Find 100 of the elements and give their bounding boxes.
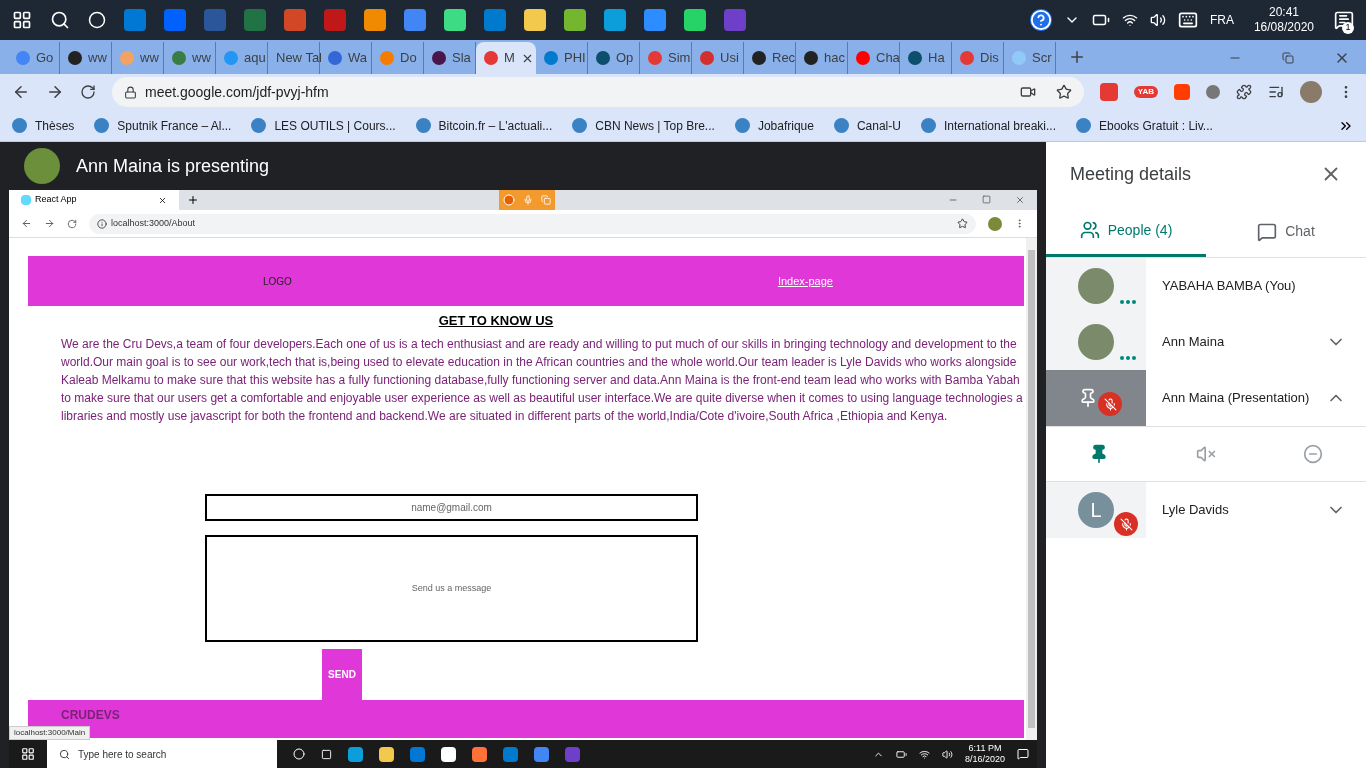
- bookmark[interactable]: Sputnik France – Al...: [94, 116, 232, 135]
- search-icon: [59, 748, 70, 760]
- remove-icon[interactable]: [1302, 444, 1323, 464]
- bookmark-star-icon[interactable]: [957, 218, 968, 229]
- favicon: [16, 51, 30, 65]
- close-icon[interactable]: [1015, 195, 1025, 205]
- favicon: [172, 51, 186, 65]
- bookmark[interactable]: Jobafrique: [734, 116, 814, 135]
- help-icon[interactable]: [1029, 9, 1052, 31]
- clock[interactable]: 20:41 16/08/2020: [1245, 5, 1322, 35]
- favicon: [21, 195, 31, 205]
- wifi-icon[interactable]: [918, 748, 930, 760]
- tab-title: React App: [35, 193, 77, 207]
- favicon: [960, 51, 974, 65]
- bookmark[interactable]: Ebooks Gratuit : Liv...: [1076, 116, 1213, 135]
- volume-icon[interactable]: [1149, 12, 1166, 28]
- reload-icon[interactable]: [80, 84, 96, 100]
- participant-row[interactable]: YABAHA BAMBA (You): [1046, 258, 1366, 314]
- bookmark[interactable]: CBN News | Top Bre...: [572, 116, 715, 135]
- search-placeholder: Type here to search: [78, 747, 167, 762]
- nav-link[interactable]: Index-page: [777, 272, 833, 290]
- back-icon[interactable]: [21, 218, 32, 229]
- favicon: [856, 51, 870, 65]
- app-icon[interactable]: [379, 746, 394, 762]
- favicon: [648, 51, 662, 65]
- favicon: [908, 51, 922, 65]
- taskbar-clock[interactable]: 6:11 PM 8/16/2020: [964, 743, 1005, 765]
- wifi-icon[interactable]: [1121, 12, 1138, 28]
- profile-avatar[interactable]: [988, 216, 1002, 231]
- avatar-placeholder: [1078, 268, 1114, 304]
- people-icon: [1079, 220, 1100, 240]
- extension-icon[interactable]: [1099, 83, 1118, 101]
- favicon: [224, 51, 238, 65]
- circle-icon[interactable]: [293, 748, 305, 760]
- camera-icon[interactable]: [1019, 84, 1036, 100]
- mute-icon[interactable]: [1196, 444, 1216, 464]
- avatar-placeholder: [24, 148, 60, 184]
- lock-icon[interactable]: [124, 85, 137, 99]
- info-icon[interactable]: [97, 218, 107, 229]
- notification-count: 1: [1342, 22, 1354, 34]
- participant-name: YABAHA BAMBA (You): [1162, 277, 1296, 296]
- browser-tab[interactable]: React App: [9, 190, 179, 210]
- url-text: localhost:3000/About: [111, 216, 196, 230]
- bookmark[interactable]: International breaki...: [920, 116, 1056, 135]
- chat-icon: [1257, 221, 1278, 242]
- extensions-icon[interactable]: [1236, 84, 1252, 100]
- panel-tab[interactable]: Chat: [1206, 206, 1366, 257]
- address-bar[interactable]: localhost:3000/About: [89, 213, 976, 234]
- participant-name: Ann Maina (Presentation): [1162, 389, 1310, 408]
- volume-icon[interactable]: [941, 748, 953, 760]
- address-bar[interactable]: meet.google.com/jdf-pvyj-hfm: [112, 77, 1084, 107]
- new-tab-icon[interactable]: [187, 194, 199, 206]
- participant-row[interactable]: Ann Maina: [1046, 314, 1366, 370]
- logo: LOGO: [263, 274, 292, 289]
- circle-icon[interactable]: [88, 11, 106, 29]
- favicon: [120, 51, 134, 65]
- favicon: [544, 51, 558, 65]
- participant-row[interactable]: L Lyle Davids: [1046, 482, 1366, 538]
- language-indicator[interactable]: FRA: [1209, 11, 1234, 29]
- email-field[interactable]: name@gmail.com: [205, 493, 698, 521]
- back-icon[interactable]: [12, 83, 30, 101]
- bookmark-star-icon[interactable]: [1055, 84, 1072, 100]
- favicon: [804, 51, 818, 65]
- extension-icon[interactable]: [1206, 85, 1220, 99]
- message-field[interactable]: Send us a message: [205, 534, 698, 642]
- favicon: [752, 51, 766, 65]
- extension-badge[interactable]: YAB: [1133, 86, 1158, 98]
- app-icon[interactable]: [472, 746, 487, 762]
- taskbar-search[interactable]: Type here to search: [47, 740, 277, 768]
- participant-name: Ann Maina: [1162, 333, 1225, 352]
- notification-icon[interactable]: [1017, 748, 1029, 760]
- reload-icon[interactable]: [67, 218, 77, 229]
- keyboard-icon[interactable]: [1177, 10, 1198, 30]
- about-paragraph: We are the Cru Devs,a team of four developers.Each one of us is a tech enthusiast and are ready and willing to put much of our skills in bringing technology and development to the world.Our main goal is to see our work,tech that is,being used to elevate education in the African countries and the whole world.Our team leader is Lyle Davids who works alongside Kaleab Melkamu to make sure that this website has a fully functioning database,fully functioning server and data.Ann Maina is the front-end team lead who works with Bamba Yabah to make sure that our users get a comfortable and enjoyable user experience as well as beautiful user interface.We are quite diverse when it comes to using language technologies a libraries and mostly use javascript for both the frontend and backend.We are situated in different parts of the world,India/Cote d'ivoire,South Africa ,Ethiopia and Kenya.: [61, 335, 1024, 425]
- favicon: [432, 51, 446, 65]
- close-tab-icon[interactable]: [158, 195, 167, 205]
- restore-icon[interactable]: [1282, 52, 1294, 64]
- profile-avatar[interactable]: [1300, 81, 1322, 103]
- bookmark[interactable]: Bitcoin.fr – L'actuali...: [415, 116, 553, 135]
- bookmark[interactable]: LES OUTILS | Cours...: [251, 116, 396, 135]
- forward-icon[interactable]: [44, 218, 55, 229]
- windows-start-icon[interactable]: [12, 10, 32, 30]
- windows-start-icon[interactable]: [21, 747, 35, 761]
- media-icon[interactable]: [1268, 84, 1284, 100]
- bookmark[interactable]: Thèses: [12, 116, 75, 135]
- bookmark[interactable]: Canal-U: [833, 116, 901, 135]
- app-icon[interactable]: [348, 746, 363, 762]
- browser-tab[interactable]: M: [476, 42, 536, 74]
- app-icon[interactable]: [441, 746, 456, 762]
- favicon: [700, 51, 714, 65]
- send-button[interactable]: SEND: [322, 648, 362, 700]
- search-icon[interactable]: [50, 10, 70, 30]
- notification-icon[interactable]: [1334, 10, 1354, 30]
- page-heading: GET TO KNOW US: [438, 312, 554, 330]
- status-url: localhost:3000/Main: [9, 726, 91, 740]
- favicon: [1012, 51, 1026, 65]
- favicon: [68, 51, 82, 65]
- participant-row[interactable]: Ann Maina (Presentation): [1046, 370, 1366, 426]
- task-view-icon[interactable]: [321, 748, 332, 760]
- forward-icon[interactable]: [46, 83, 64, 101]
